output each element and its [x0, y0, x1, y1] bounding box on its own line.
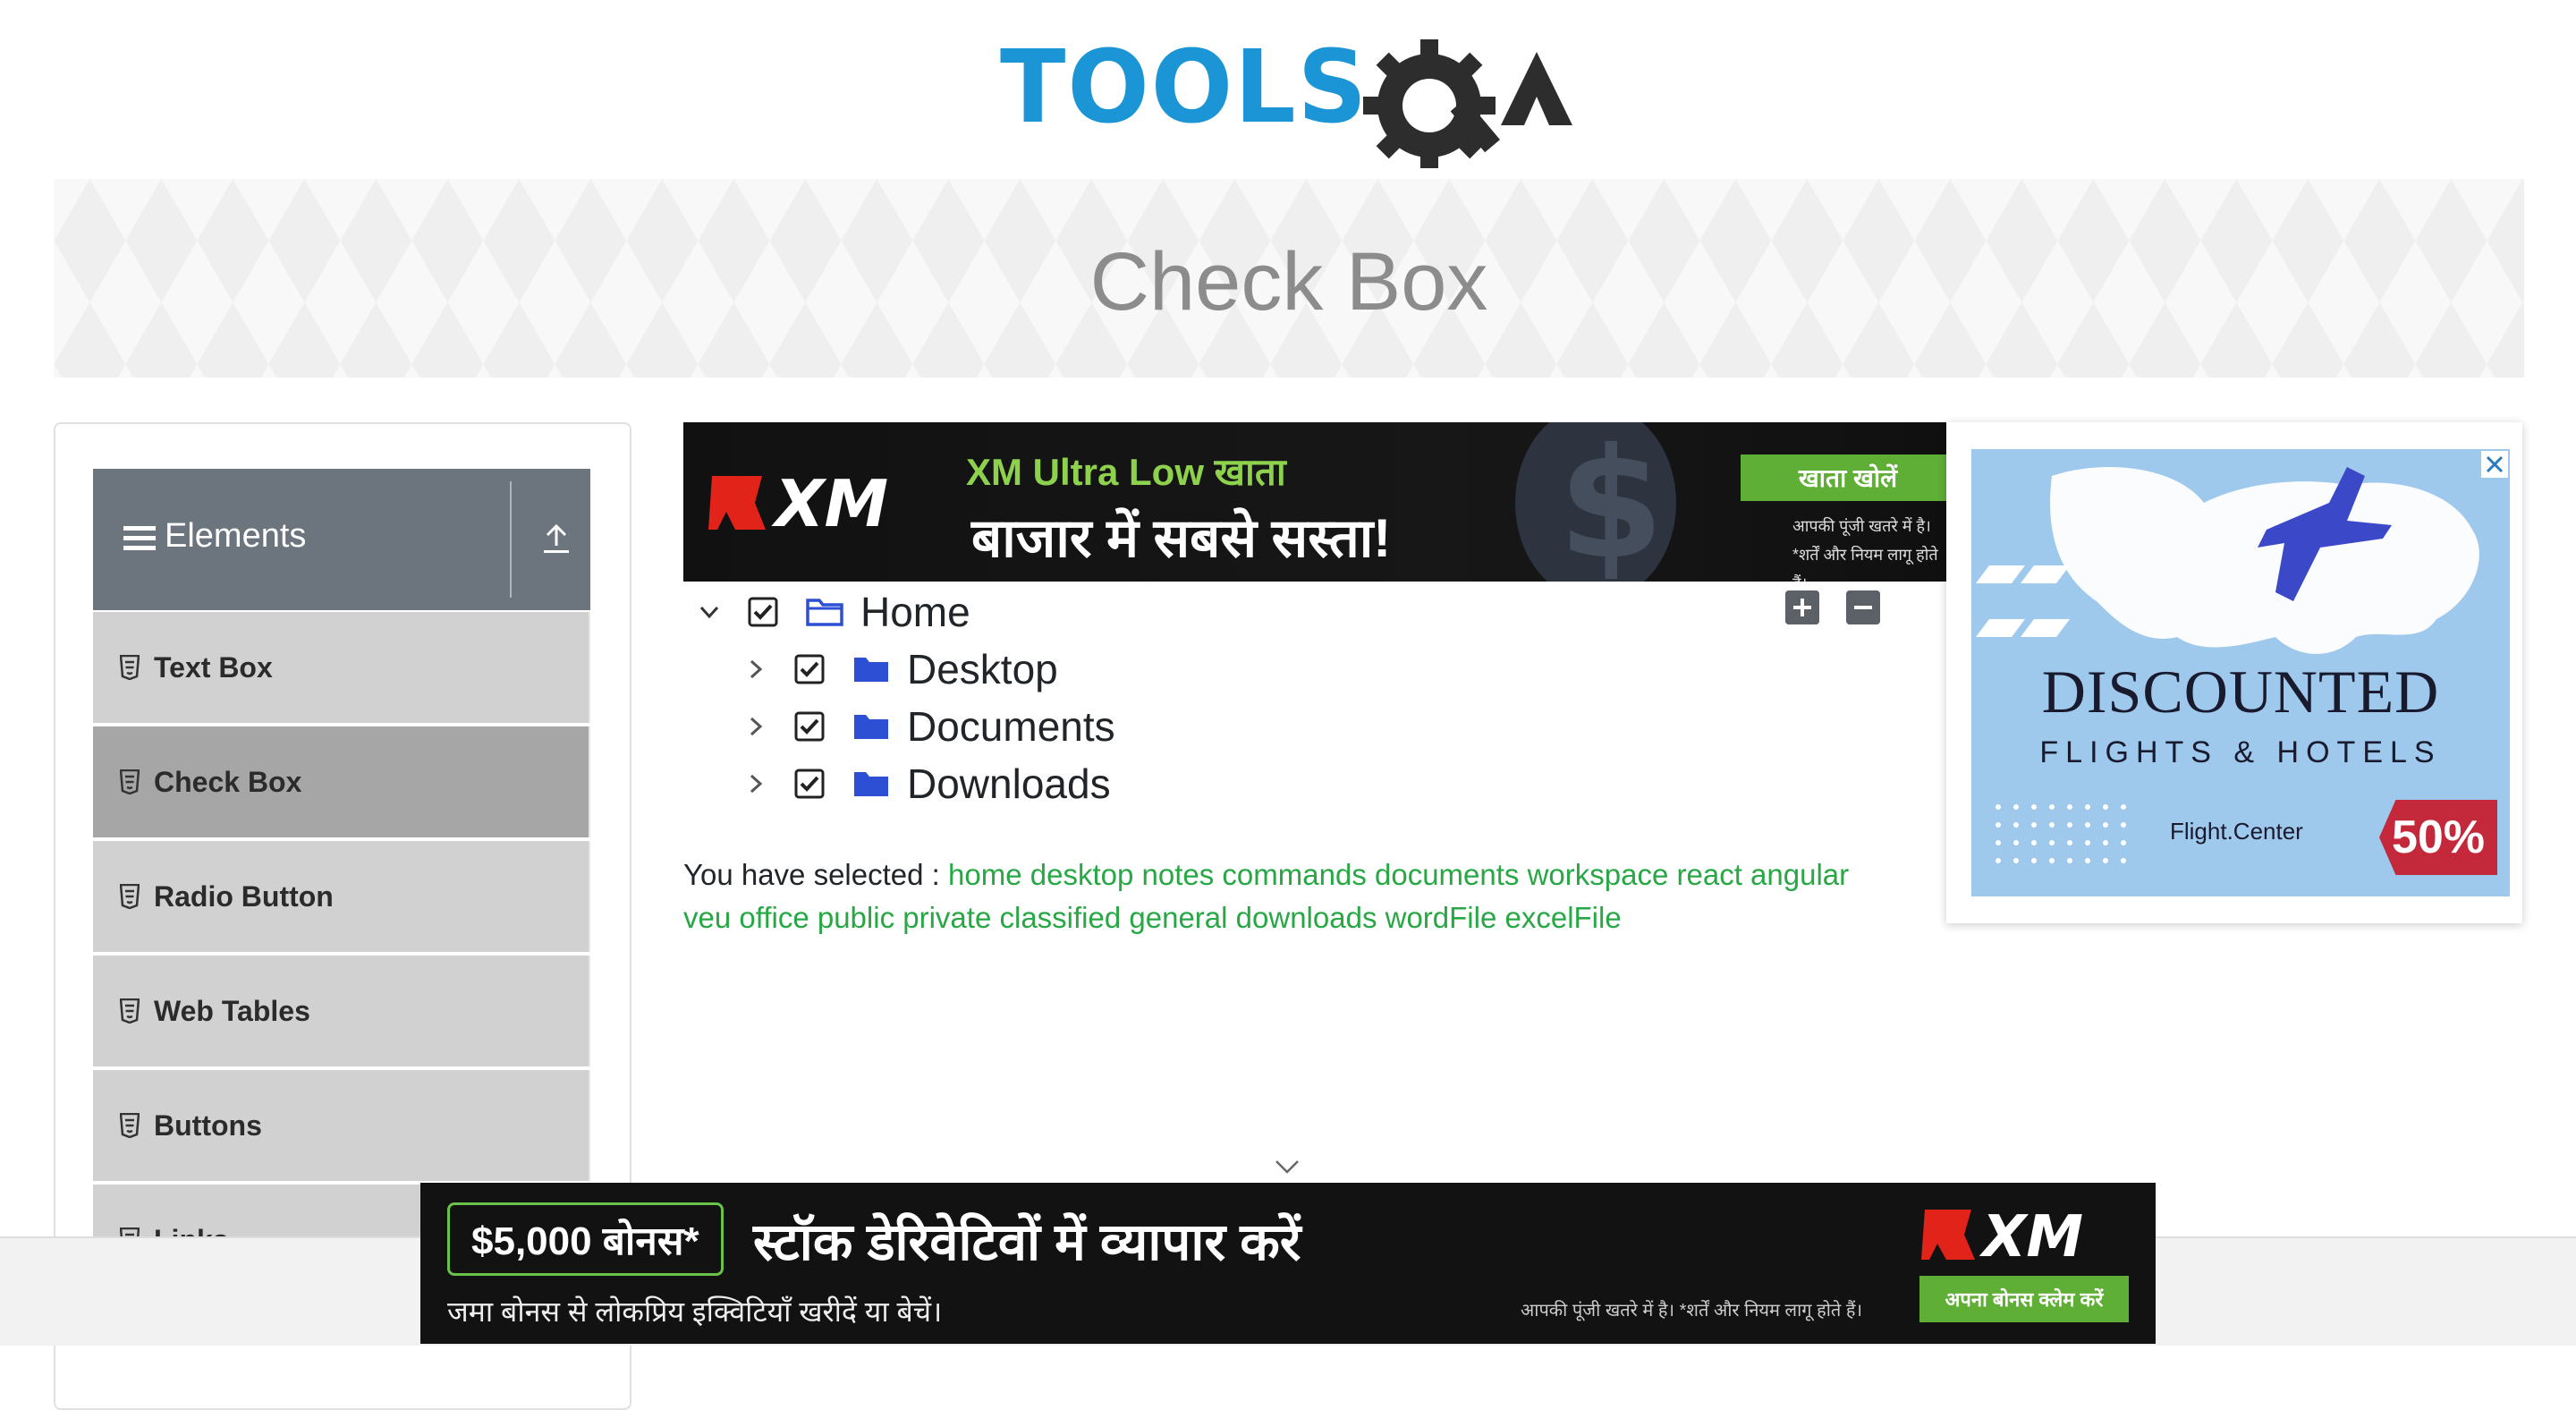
dollar-coin-icon: $	[1515, 422, 1676, 582]
tree-node-desktop: Desktop	[742, 642, 1058, 696]
tree-node-label[interactable]: Home	[860, 588, 970, 636]
tree-node-label[interactable]: Downloads	[907, 760, 1111, 808]
elements-group-header[interactable]: Elements	[93, 469, 590, 610]
folder-open-icon	[806, 599, 843, 626]
hamburger-menu-icon	[123, 526, 156, 550]
folder-icon	[854, 658, 888, 682]
result-item: documents	[1374, 858, 1520, 891]
result-item: downloads	[1235, 901, 1377, 934]
checkbox-checked-icon[interactable]	[794, 711, 825, 742]
ad-bonus-badge: $5,000 बोनस*	[447, 1202, 724, 1276]
chevron-down-icon[interactable]	[1274, 1156, 1301, 1177]
checkbox-checked-icon[interactable]	[794, 769, 825, 799]
ad-subheadline: बाजार में सबसे सस्ता!	[971, 508, 1392, 568]
html5-icon	[120, 998, 140, 1024]
chevron-right-icon[interactable]	[742, 656, 769, 683]
tree-node-label[interactable]: Documents	[907, 702, 1115, 751]
sidebar-item-label: Buttons	[154, 1108, 262, 1142]
collapse-all-button[interactable]	[1846, 590, 1880, 624]
ad-disclaimer: आपकी पूंजी खतरे में है। *शर्तें और नियम …	[1792, 517, 1938, 582]
ad-headline: स्टॉक डेरिवेटिवों में व्यापार करें	[753, 1213, 1301, 1271]
checkbox-checked-icon[interactable]	[748, 597, 778, 627]
ad-subheadline: जमा बोनस से लोकप्रिय इक्विटियाँ खरीदें य…	[447, 1295, 943, 1328]
collapse-arrow-icon[interactable]	[540, 522, 572, 555]
sidebar-item-label: Radio Button	[154, 879, 334, 913]
result-item: excelFile	[1504, 901, 1622, 934]
ad-brand: Flight.Center	[2170, 818, 2303, 845]
ad-disclaimer: आपकी पूंजी खतरे में है। *शर्तें और नियम …	[1521, 1301, 1863, 1321]
result-item: desktop	[1030, 858, 1134, 891]
sidebar-item-label: Check Box	[154, 765, 302, 798]
group-title: Elements	[165, 517, 307, 555]
result-item: angular	[1750, 858, 1850, 891]
discount-tag: 50%	[2379, 800, 2497, 875]
tree-node-downloads: Downloads	[742, 757, 1111, 811]
toolsqa-logo[interactable]: TOOLS	[1000, 25, 1580, 168]
ad-cta-button[interactable]: अपना बोनस क्लेम करें	[1919, 1276, 2129, 1322]
html5-icon	[120, 769, 140, 794]
selected-result: You have selected : home desktop notes c…	[683, 854, 1873, 939]
ad-image: DISCOUNTED FLIGHTS & HOTELS Flight.Cente…	[1971, 449, 2510, 896]
page-banner: Check Box	[54, 179, 2524, 378]
result-item: workspace	[1527, 858, 1669, 891]
result-item: general	[1129, 901, 1228, 934]
html5-icon	[120, 1113, 140, 1138]
checkbox-checked-icon[interactable]	[794, 654, 825, 684]
sidebar-item-radio-button[interactable]: Radio Button	[93, 841, 590, 952]
ad-banner-bottom[interactable]: $5,000 बोनस* स्टॉक डेरिवेटिवों में व्याप…	[420, 1183, 2156, 1344]
sidebar-item-label: Web Tables	[154, 994, 310, 1027]
chevron-down-icon[interactable]	[696, 599, 723, 625]
sidebar-item-label: Text Box	[154, 650, 273, 684]
chevron-right-icon[interactable]	[742, 770, 769, 797]
html5-icon	[120, 655, 140, 680]
sidebar-item-buttons[interactable]: Buttons	[93, 1070, 590, 1181]
result-item: wordFile	[1385, 901, 1497, 934]
html5-icon	[120, 884, 140, 909]
header-divider	[510, 481, 512, 598]
result-prefix: You have selected :	[683, 858, 940, 891]
ad-banner-top[interactable]: XM XM Ultra Low खाता बाजार में सबसे सस्त…	[683, 422, 1946, 582]
result-item: home	[948, 858, 1022, 891]
result-item: notes	[1141, 858, 1215, 891]
result-item: commands	[1222, 858, 1367, 891]
svg-text:TOOLS: TOOLS	[1000, 30, 1368, 146]
ad-cta-button[interactable]: खाता खोलें	[1741, 454, 1946, 501]
tree-node-label[interactable]: Desktop	[907, 645, 1058, 693]
ad-close-icon[interactable]	[2479, 449, 2510, 480]
svg-text:XM: XM	[771, 467, 888, 539]
ad-banner-right[interactable]: DISCOUNTED FLIGHTS & HOTELS Flight.Cente…	[1946, 422, 2522, 923]
folder-icon	[854, 772, 888, 796]
ad-headline: DISCOUNTED	[2041, 658, 2440, 726]
result-item: react	[1676, 858, 1742, 891]
sidebar-item-web-tables[interactable]: Web Tables	[93, 956, 590, 1066]
result-item: office	[739, 901, 809, 934]
result-item: public	[817, 901, 895, 934]
ad-headline: XM Ultra Low खाता	[966, 451, 1286, 493]
svg-text:$: $	[1558, 422, 1664, 582]
folder-icon	[854, 715, 888, 739]
tree-node-home: Home	[696, 585, 970, 639]
tree-node-documents: Documents	[742, 700, 1115, 753]
xm-logo: XM	[1921, 1204, 2083, 1265]
expand-all-button[interactable]	[1785, 590, 1819, 624]
result-item: private	[902, 901, 992, 934]
xm-logo: XM	[708, 467, 888, 539]
result-item: classified	[999, 901, 1122, 934]
ad-subheadline: FLIGHTS & HOTELS	[2039, 735, 2442, 769]
sidebar-item-check-box[interactable]: Check Box	[93, 726, 590, 837]
sidebar-item-text-box[interactable]: Text Box	[93, 612, 590, 723]
page-title: Check Box	[1089, 235, 1488, 327]
result-item: veu	[683, 901, 732, 934]
chevron-right-icon[interactable]	[742, 713, 769, 740]
svg-text:XM: XM	[1979, 1204, 2083, 1265]
